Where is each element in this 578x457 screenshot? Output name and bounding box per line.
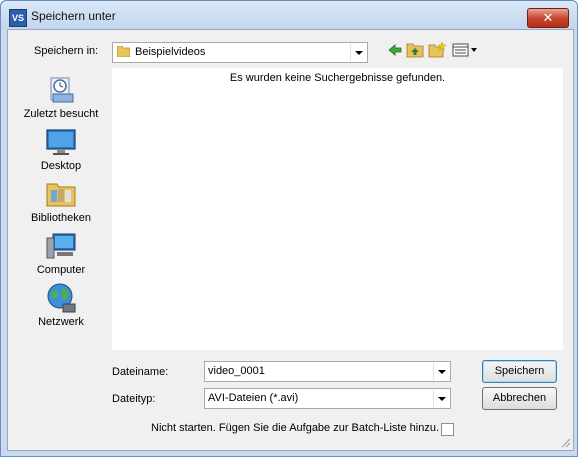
place-desktop[interactable]: Desktop	[16, 126, 106, 178]
filetype-select[interactable]: AVI-Dateien (*.avi)	[204, 388, 451, 409]
save-as-dialog: VS Speichern unter ✕ Speichern in: Beisp…	[0, 0, 578, 457]
empty-result-message: Es wurden keine Suchergebnisse gefunden.	[229, 72, 446, 84]
location-dropdown[interactable]: Beispielvideos	[112, 42, 368, 63]
libraries-icon	[46, 183, 76, 207]
window-title: Speichern unter	[31, 9, 116, 23]
location-label: Speichern in:	[34, 45, 99, 57]
location-value: Beispielvideos	[135, 46, 206, 58]
close-button[interactable]: ✕	[527, 8, 569, 28]
network-icon	[47, 283, 76, 313]
batch-option-checkbox[interactable]	[441, 423, 454, 436]
app-icon: VS	[9, 9, 27, 27]
dialog-client-area: Speichern in: Beispielvideos Zuletzt bes…	[7, 29, 574, 451]
place-network[interactable]: Netzwerk	[16, 282, 106, 334]
filetype-label: Dateityp:	[112, 393, 156, 405]
resize-grip-icon[interactable]	[561, 438, 571, 448]
folder-icon	[117, 46, 130, 57]
recent-places-icon	[50, 77, 74, 103]
place-label: Desktop	[40, 160, 82, 172]
place-label: Zuletzt besucht	[23, 108, 99, 120]
cancel-button[interactable]: Abbrechen	[482, 387, 557, 410]
new-folder-icon[interactable]	[428, 42, 446, 58]
chevron-down-icon[interactable]	[433, 390, 449, 407]
filetype-value: AVI-Dateien (*.avi)	[208, 392, 299, 404]
file-list[interactable]: Es wurden keine Suchergebnisse gefunden.	[112, 68, 563, 350]
place-label: Bibliotheken	[31, 212, 91, 224]
place-label: Netzwerk	[38, 316, 84, 328]
place-computer[interactable]: Computer	[16, 230, 106, 282]
chevron-down-icon[interactable]	[350, 44, 366, 61]
place-recent[interactable]: Zuletzt besucht	[16, 74, 106, 126]
filename-value: video_0001	[208, 365, 265, 377]
computer-icon	[46, 233, 76, 259]
place-label: Computer	[36, 264, 86, 276]
batch-option-label: Nicht starten. Fügen Sie die Aufgabe zur…	[151, 422, 439, 434]
filename-field[interactable]: video_0001	[204, 361, 451, 382]
chevron-down-icon[interactable]	[433, 363, 449, 380]
desktop-icon	[46, 129, 76, 155]
title-bar[interactable]: VS Speichern unter ✕	[1, 1, 577, 29]
up-folder-icon[interactable]	[406, 42, 424, 58]
back-arrow-icon[interactable]	[386, 42, 404, 58]
filename-label: Dateiname:	[112, 366, 169, 378]
save-button[interactable]: Speichern	[482, 360, 557, 383]
view-menu-icon[interactable]	[452, 42, 478, 58]
place-libraries[interactable]: Bibliotheken	[16, 178, 106, 230]
